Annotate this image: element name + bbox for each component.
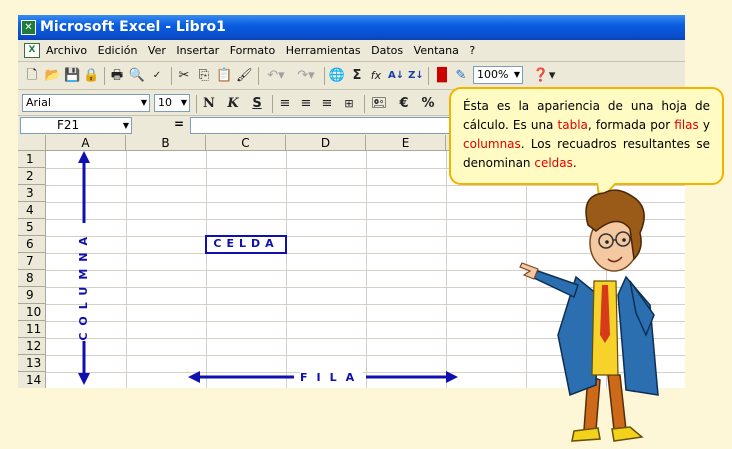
menu-herramientas[interactable]: Herramientas <box>286 44 361 57</box>
standard-toolbar: 🗋 📂 💾 🔒 🖶 🔍 ✓ ✂ ⎘ 📋 🖌 ↶▾ ↷▾ 🌐 Σ fx A↓ Z↓… <box>18 63 685 90</box>
copy-icon[interactable]: ⎘ <box>196 67 212 85</box>
workbook-icon[interactable]: X <box>24 43 40 58</box>
column-label: COLUMNA <box>77 230 90 341</box>
euro-button[interactable]: € <box>396 95 412 113</box>
italic-button[interactable]: K <box>225 95 241 113</box>
cut-icon[interactable]: ✂ <box>176 67 192 85</box>
bold-button[interactable]: N <box>201 95 217 113</box>
chart-wizard-icon[interactable]: ▐▌ <box>432 67 452 85</box>
undo-icon[interactable]: ↶▾ <box>262 67 290 85</box>
column-header-e[interactable]: E <box>366 135 446 151</box>
font-select[interactable]: Arial ▼ <box>22 94 150 112</box>
term-filas: filas <box>674 118 699 132</box>
bubble-text: y <box>698 118 711 132</box>
align-center-icon[interactable]: ≡ <box>298 95 314 113</box>
menu-formato[interactable]: Formato <box>230 44 276 57</box>
column-header-d[interactable]: D <box>286 135 366 151</box>
print-icon[interactable]: 🖶 <box>108 67 126 85</box>
column-header-a[interactable]: A <box>46 135 126 151</box>
name-box[interactable]: F21 ▼ <box>20 117 132 134</box>
underline-button[interactable]: S <box>249 95 265 113</box>
row-header-5[interactable]: 5 <box>18 219 46 236</box>
font-value: Arial <box>26 96 51 109</box>
window-title: Microsoft Excel - Libro1 <box>40 19 226 35</box>
term-tabla: tabla <box>557 118 588 132</box>
autosum-icon[interactable]: Σ <box>350 67 364 85</box>
excel-app-icon: ✕ <box>21 20 36 35</box>
new-file-icon[interactable]: 🗋 <box>24 67 40 85</box>
sort-descending-icon[interactable]: Z↓ <box>408 67 424 85</box>
function-icon[interactable]: fx <box>368 67 384 85</box>
percent-button[interactable]: % <box>420 95 436 113</box>
menu-edicion[interactable]: Edición <box>98 44 138 57</box>
redo-icon[interactable]: ↷▾ <box>292 67 320 85</box>
name-box-value: F21 <box>57 118 80 132</box>
zoom-select[interactable]: 100% ▼ <box>473 66 523 84</box>
row-header-6[interactable]: 6 <box>18 236 46 253</box>
sort-ascending-icon[interactable]: A↓ <box>388 67 404 85</box>
menu-ver[interactable]: Ver <box>148 44 166 57</box>
open-folder-icon[interactable]: 📂 <box>44 67 62 85</box>
term-celdas: celdas <box>534 156 573 170</box>
column-header-b[interactable]: B <box>126 135 206 151</box>
chevron-down-icon: ▼ <box>513 70 520 79</box>
row-header-10[interactable]: 10 <box>18 304 46 321</box>
equals-sign[interactable]: = <box>174 117 184 131</box>
bubble-text: . <box>572 156 577 170</box>
spelling-icon[interactable]: ✓ <box>148 67 166 85</box>
chevron-down-icon: ▼ <box>122 121 129 130</box>
menu-archivo[interactable]: Archivo <box>46 44 87 57</box>
format-painter-icon[interactable]: 🖌 <box>236 67 253 85</box>
row-header-3[interactable]: 3 <box>18 185 46 202</box>
currency-icon[interactable]: 🖭 <box>370 95 388 113</box>
row-header-11[interactable]: 11 <box>18 321 46 338</box>
row-header-9[interactable]: 9 <box>18 287 46 304</box>
print-preview-icon[interactable]: 🔍 <box>128 67 146 85</box>
cell-label: CELDA <box>213 237 279 250</box>
row-header-1[interactable]: 1 <box>18 151 46 168</box>
select-all-corner[interactable] <box>18 135 46 151</box>
hyperlink-icon[interactable]: 🌐 <box>328 67 346 85</box>
column-header-c[interactable]: C <box>206 135 286 151</box>
row-header-2[interactable]: 2 <box>18 168 46 185</box>
title-bar: ✕ Microsoft Excel - Libro1 <box>18 15 685 40</box>
zoom-value: 100% <box>477 68 509 81</box>
row-header-13[interactable]: 13 <box>18 355 46 372</box>
chevron-down-icon: ▼ <box>180 98 187 107</box>
permission-icon[interactable]: 🔒 <box>83 67 99 85</box>
menu-ayuda[interactable]: ? <box>469 44 475 57</box>
save-icon[interactable]: 💾 <box>64 67 80 85</box>
term-columnas: columnas <box>463 137 521 151</box>
menu-insertar[interactable]: Insertar <box>176 44 219 57</box>
row-header-12[interactable]: 12 <box>18 338 46 355</box>
row-header-8[interactable]: 8 <box>18 270 46 287</box>
menu-datos[interactable]: Datos <box>371 44 403 57</box>
help-icon[interactable]: ❓▾ <box>530 67 558 85</box>
font-size-select[interactable]: 10 ▼ <box>154 94 190 112</box>
row-header-7[interactable]: 7 <box>18 253 46 270</box>
row-header-4[interactable]: 4 <box>18 202 46 219</box>
bubble-text: , formada por <box>587 118 675 132</box>
drawing-icon[interactable]: ✎ <box>452 67 470 85</box>
chevron-down-icon: ▼ <box>140 98 147 107</box>
cell-c6-highlight[interactable]: CELDA <box>205 235 287 254</box>
align-left-icon[interactable]: ≡ <box>277 95 293 113</box>
menu-bar: X Archivo Edición Ver Insertar Formato H… <box>18 40 685 62</box>
align-right-icon[interactable]: ≡ <box>319 95 335 113</box>
speech-bubble: Ésta es la apariencia de una hoja de cál… <box>449 87 724 185</box>
teacher-illustration <box>519 189 659 442</box>
font-size-value: 10 <box>158 96 172 109</box>
merge-center-icon[interactable]: ⊞ <box>340 95 358 113</box>
menu-ventana[interactable]: Ventana <box>414 44 459 57</box>
row-label: FILA <box>300 371 364 384</box>
row-header-14[interactable]: 14 <box>18 372 46 388</box>
paste-icon[interactable]: 📋 <box>216 67 232 85</box>
